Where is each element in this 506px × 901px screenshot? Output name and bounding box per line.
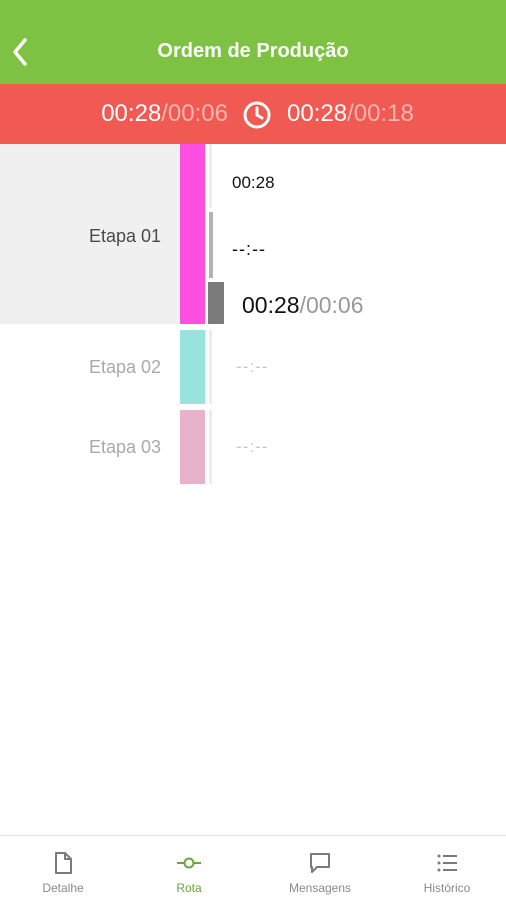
stage-elapsed-time: 00:28/00:06 [242,292,364,319]
route-icon [177,857,201,869]
stage-row-2[interactable]: Etapa 02 --:-- [0,324,506,404]
page-title: Ordem de Produção [157,40,349,62]
tab-detalhe[interactable]: Detalhe [0,836,126,901]
stage-time: --:-- [236,357,269,376]
stage-label: Etapa 03 [88,437,161,457]
tab-label: Detalhe [42,881,84,895]
stage-row-3[interactable]: Etapa 03 --:-- [0,404,506,484]
tab-label: Rota [176,881,202,895]
tab-historico[interactable]: Histórico [384,836,506,901]
order-total: /00:18 [347,100,414,127]
stage-start-time: 00:28 [232,173,275,192]
progress-marker [209,212,213,278]
stage-label: Etapa 02 [88,357,161,377]
stage-end-time: --:-- [232,239,266,259]
tab-label: Mensagens [288,881,352,895]
timeline-divider [209,410,212,484]
document-icon [55,852,72,874]
stage-row-1[interactable]: Etapa 01 00:28 --:-- 00:28/00:06 [0,144,506,324]
stage-total: /00:06 [161,100,228,127]
clock-icon [243,101,271,129]
timeline-divider [209,144,212,208]
stage-total-value: /00:06 [299,292,364,318]
stage-elapsed: 00:28 [101,100,162,127]
stage-color-bar [180,330,205,404]
stage-color-bar [180,410,205,484]
stage-timer: 00:28/00:06 [101,100,228,128]
stage-elapsed-value: 00:28 [242,292,300,318]
order-elapsed: 00:28 [287,100,348,127]
list-icon [437,854,457,872]
order-timer: 00:28/00:18 [287,100,414,128]
stage-color-bar [180,144,205,324]
tab-rota[interactable]: Rota [126,836,252,901]
tab-mensagens[interactable]: Mensagens [257,836,383,901]
chat-bubble-icon [310,853,330,873]
tab-label: Histórico [423,881,471,895]
stage-label: Etapa 01 [88,226,161,246]
timeline-divider [209,330,212,404]
app-header: Ordem de Produção [0,0,506,84]
current-progress-marker [208,282,224,324]
bottom-tab-bar: Detalhe Rota Mensagens Histórico [0,835,506,901]
stage-time: --:-- [236,437,269,456]
